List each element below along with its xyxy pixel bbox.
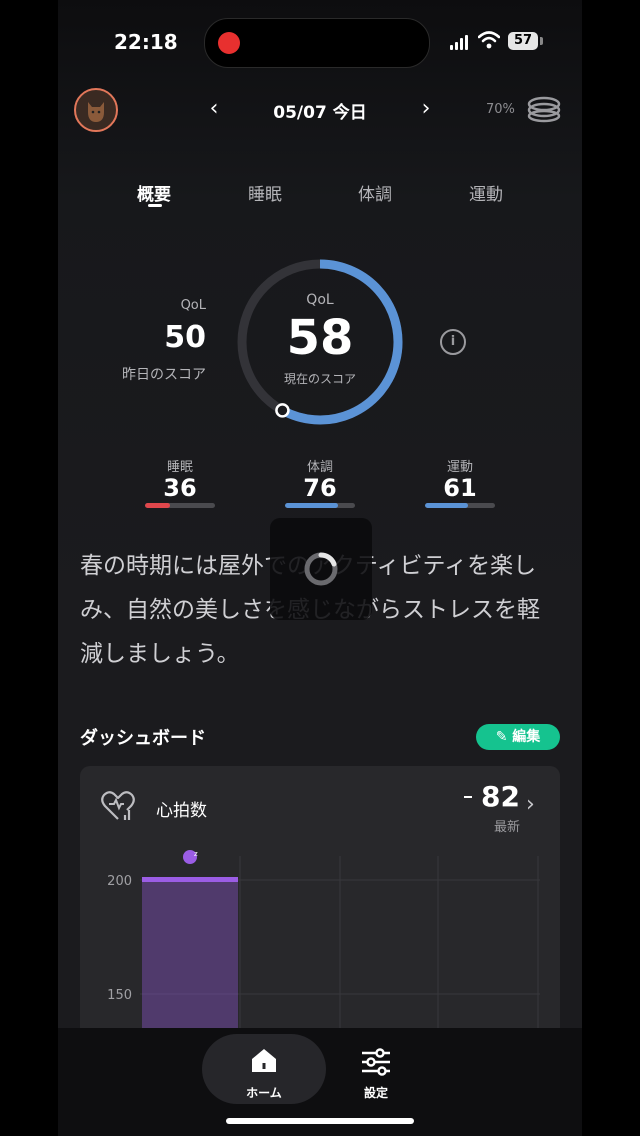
subscore-bar [145,503,215,508]
yesterday-score-value: 50 [164,320,206,355]
category-tabs: 概要 睡眠 体調 運動 [58,176,582,216]
sleep-period-top-line [142,877,238,882]
recording-indicator-icon [218,32,240,54]
subscore-bar [425,503,495,508]
active-tab-indicator [148,204,162,207]
home-tab[interactable]: ホーム [202,1034,326,1104]
chevron-right-icon[interactable]: › [526,792,535,817]
heart-rate-icon [101,791,135,820]
edit-dashboard-button[interactable]: ✎ 編集 [476,724,560,750]
profile-avatar[interactable] [74,88,118,132]
home-indicator [226,1118,414,1124]
settings-tab[interactable]: 設定 [346,1034,406,1104]
heart-rate-title: 心拍数 [156,801,207,821]
home-icon [252,1049,276,1072]
sleep-subscore[interactable]: 睡眠 36 [145,456,215,508]
cellular-signal-icon [450,34,470,50]
settings-tab-label: 設定 [363,1086,388,1100]
cat-icon [88,102,104,122]
subscore-value: 36 [163,474,197,502]
subscore-label: 睡眠 [166,460,193,475]
yesterday-qol-label: QoL [180,298,206,313]
info-icon[interactable]: i [440,329,466,355]
subscore-bar-fill [145,503,171,508]
bottom-navigation: ホーム 設定 [58,1028,582,1136]
tab-exercise[interactable]: 運動 [446,180,526,205]
condition-subscore[interactable]: 体調 76 [285,456,355,508]
home-tab-label: ホーム [246,1086,282,1100]
status-time: 22:18 [114,30,178,54]
subscore-bar-fill [285,503,339,508]
heart-rate-card[interactable]: 心拍数 82 最新 › 200 150 z [80,766,560,1066]
yesterday-score-caption: 昨日のスコア [122,367,206,383]
subscore-bar-fill [425,503,468,508]
y-tick-label: 200 [107,874,132,889]
next-day-button[interactable]: › [416,96,436,121]
loading-spinner-icon [304,552,338,586]
exercise-subscore[interactable]: 運動 61 [425,456,495,508]
tab-condition[interactable]: 体調 [335,180,415,205]
current-qol-label: QoL [306,292,334,308]
tab-overview[interactable]: 概要 [114,180,194,205]
moon-icon-z: z [194,850,198,858]
current-score-caption: 現在のスコア [283,372,356,386]
tab-sleep[interactable]: 睡眠 [225,180,305,205]
app-screen: 22:18 57 ‹ 05/07 今日 › 70% 概要 睡眠 体調 運動 Qo… [58,0,582,1136]
ring-battery-percent: 70% [486,102,515,117]
dashboard-title: ダッシュボード [80,728,206,749]
subscore-label: 運動 [446,460,473,475]
previous-day-button[interactable]: ‹ [204,96,224,121]
sliders-icon [362,1048,390,1076]
y-tick-label: 150 [107,988,132,1003]
subscore-value: 76 [303,474,337,502]
gauge-knob [275,403,290,418]
battery-icon: 57 [508,32,538,50]
subscore-value: 61 [443,474,477,502]
smart-ring-icon[interactable] [526,94,562,124]
subscore-bar [285,503,355,508]
current-score-value: 58 [286,310,354,366]
loading-overlay [270,518,372,620]
wifi-icon [478,31,500,49]
battery-tip [540,37,543,45]
dynamic-island [204,18,430,68]
current-date: 05/07 今日 [273,103,367,123]
heart-rate-caption: 最新 [493,820,520,835]
heart-rate-value: 82 [481,780,520,813]
subscore-label: 体調 [306,460,333,475]
